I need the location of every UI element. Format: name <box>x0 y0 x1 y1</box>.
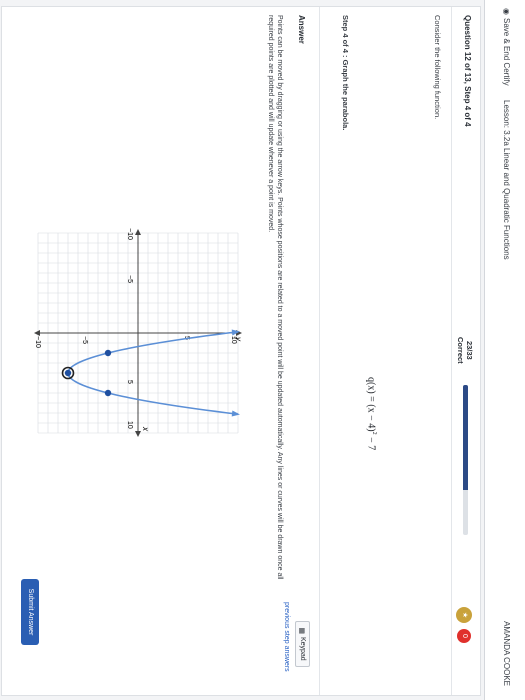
instructions-text: Points can be moved by dragging or using… <box>267 15 283 580</box>
x-axis-arrow-icon <box>135 431 141 437</box>
keypad-icon: ▦ <box>298 627 306 634</box>
screen-frame: ◉ Save & End Certify Lesson: 3.2a Linear… <box>0 0 525 700</box>
keypad-button[interactable]: ▦ Keypad <box>295 621 310 667</box>
question-title: Question 12 of 13, Step 4 of 4 <box>463 15 472 127</box>
prompt-text: Consider the following function. <box>433 15 442 120</box>
keypad-label: Keypad <box>299 636 306 661</box>
function-base: q(x) = (x − 4) <box>365 377 377 432</box>
previous-step-answers-link[interactable]: previous step answers <box>283 602 290 672</box>
function-equation: q(x) = (x − 4)2 − 7 <box>366 377 377 450</box>
curve-arrow-icon <box>231 410 240 417</box>
y-tick-label: 10 <box>230 336 237 344</box>
score-value: 23/33 <box>465 340 474 360</box>
graph-point[interactable] <box>104 389 112 397</box>
progress-fill <box>463 385 468 490</box>
answer-label: Answer <box>297 15 306 44</box>
x-axis-label: x <box>141 426 150 432</box>
user-name[interactable]: AMANDA COOKE <box>502 621 511 686</box>
lesson-title: Lesson: 3.2a Linear and Quadratic Functi… <box>502 100 511 260</box>
save-end-button[interactable]: ◉ Save & End Certify <box>502 8 511 86</box>
x-tick-label: 5 <box>126 380 133 384</box>
score-display: 23/33 Correct <box>456 337 474 364</box>
submit-answer-button[interactable]: Submit Answer <box>21 579 39 645</box>
notification-badge[interactable]: 0 <box>457 629 471 643</box>
x-tick-label: −10 <box>126 228 133 240</box>
save-icon: ◉ <box>502 8 511 15</box>
divider <box>319 7 320 695</box>
score-status: Correct <box>456 337 465 364</box>
step-text: Step 4 of 4 : Graph the parabola. <box>341 15 350 131</box>
question-card: Question 12 of 13, Step 4 of 4 23/33 Cor… <box>1 6 481 696</box>
function-tail: − 7 <box>365 434 377 451</box>
y-tick-label: −5 <box>81 336 88 344</box>
avatar-icon[interactable]: ★ <box>456 607 472 623</box>
x-tick-label: −5 <box>126 275 133 283</box>
progress-bar <box>463 385 468 535</box>
divider <box>451 7 452 695</box>
save-label: Save & End Certify <box>502 17 511 86</box>
top-bar: ◉ Save & End Certify Lesson: 3.2a Linear… <box>484 0 525 700</box>
vertex-point[interactable] <box>64 369 72 377</box>
x-axis-arrow-icon <box>135 229 141 235</box>
graph-canvas[interactable]: x y −10 −5 5 10 10 5 −5 −10 <box>28 223 248 443</box>
x-tick-label: 10 <box>126 421 133 429</box>
graph-point[interactable] <box>104 349 112 357</box>
y-tick-label: −10 <box>34 336 41 348</box>
